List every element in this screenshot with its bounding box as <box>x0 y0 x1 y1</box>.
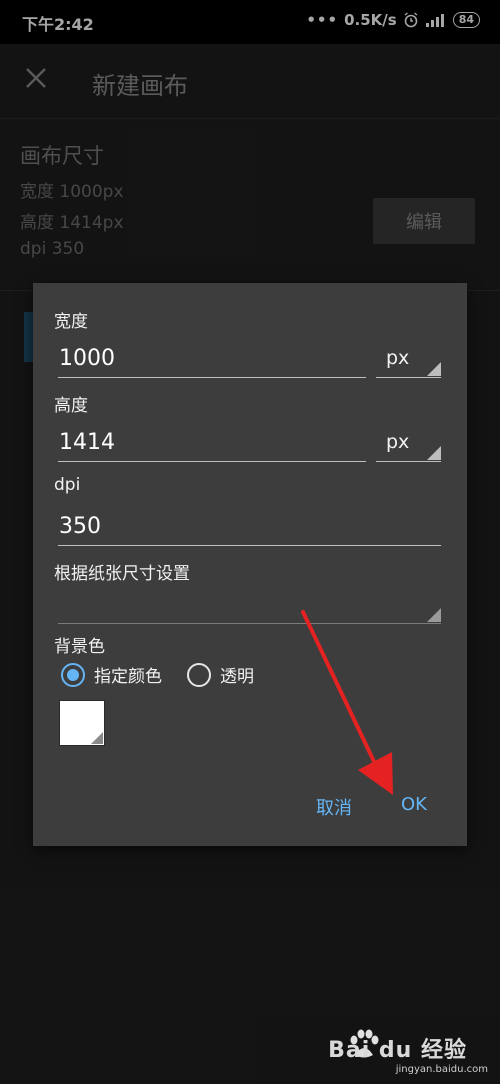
watermark-url: jingyan.baidu.com <box>395 1064 488 1075</box>
radio-specified-color[interactable]: 指定颜色 <box>61 662 162 687</box>
width-label: 宽度 <box>54 312 88 332</box>
height-unit-value: px <box>386 431 410 453</box>
dropdown-triangle-icon <box>427 362 441 376</box>
dropdown-triangle-icon <box>427 608 441 622</box>
height-unit-select[interactable]: px <box>376 423 441 462</box>
background-color-label: 背景色 <box>54 637 105 657</box>
canvas-size-dialog: 宽度 px 高度 px dpi 根据纸张尺寸设置 背景色 指定颜色 透明 取消 … <box>33 283 467 846</box>
dpi-label: dpi <box>54 475 81 495</box>
swatch-corner-icon <box>91 732 103 744</box>
radio-specified-label: 指定颜色 <box>94 667 162 687</box>
radio-transparent-label: 透明 <box>220 667 254 687</box>
paper-size-label: 根据纸张尺寸设置 <box>54 564 190 584</box>
width-unit-value: px <box>386 347 410 369</box>
radio-transparent[interactable]: 透明 <box>187 662 254 687</box>
width-input[interactable] <box>58 339 366 378</box>
ok-button[interactable]: OK <box>395 793 433 816</box>
paper-size-select[interactable] <box>58 589 441 624</box>
height-label: 高度 <box>54 396 88 416</box>
dpi-input[interactable] <box>58 507 441 546</box>
radio-checked-icon <box>61 662 85 687</box>
watermark: Bai du 经验 jingyan.baidu.com <box>0 1020 500 1084</box>
background-color-swatch[interactable] <box>59 700 105 746</box>
width-unit-select[interactable]: px <box>376 339 441 378</box>
dropdown-triangle-icon <box>427 446 441 460</box>
height-input[interactable] <box>58 423 366 462</box>
cancel-button[interactable]: 取消 <box>310 793 358 821</box>
radio-unchecked-icon <box>187 662 211 687</box>
watermark-text: Bai du 经验 <box>328 1038 467 1063</box>
